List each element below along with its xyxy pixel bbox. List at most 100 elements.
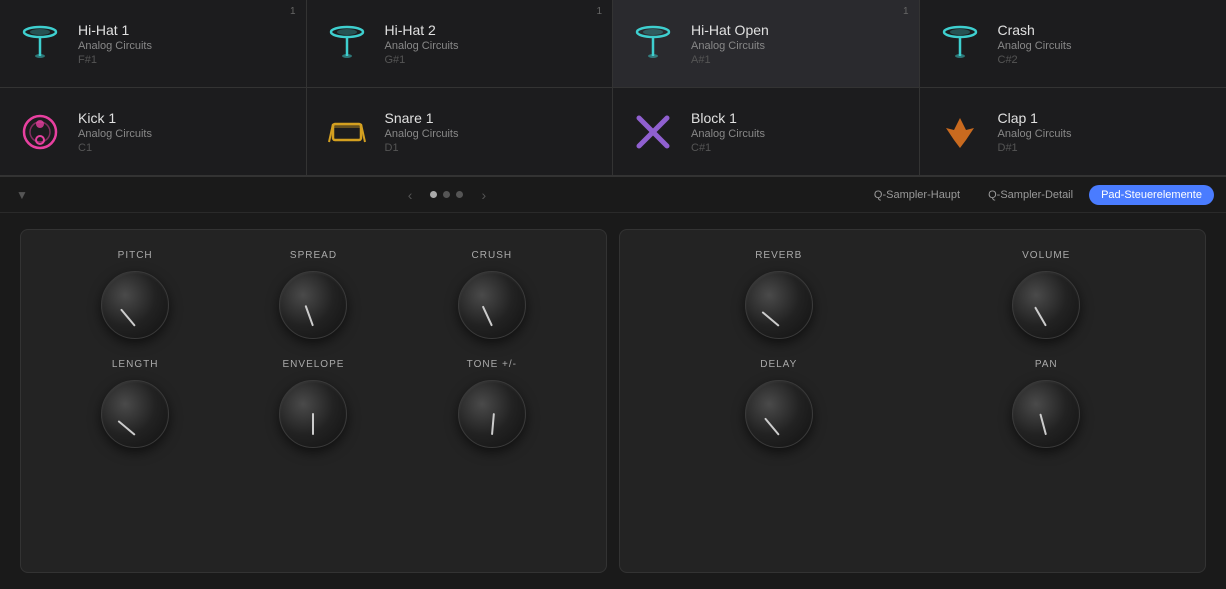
left-controls-panel: PITCH SPREAD CRUSH LENGTH ENVELOPE TONE … — [20, 229, 607, 573]
pad-cell-hihat2[interactable]: Hi-Hat 2 Analog Circuits G#1 1 — [307, 0, 614, 88]
knob-container-pan: PAN — [1006, 359, 1086, 448]
pad-name-clap1: Clap 1 — [998, 110, 1072, 126]
crash-icon — [936, 20, 984, 68]
pad-info-block1: Block 1 Analog Circuits C#1 — [691, 110, 765, 154]
knob-pitch[interactable] — [101, 271, 169, 339]
knob-crush[interactable] — [458, 271, 526, 339]
knob-label-length: LENGTH — [112, 359, 159, 370]
pad-badge-hihatopen: 1 — [903, 6, 909, 17]
pad-note-block1: C#1 — [691, 142, 765, 154]
knob-container-tone: TONE +/- — [452, 359, 532, 448]
nav-next-button[interactable]: › — [475, 185, 492, 205]
nav-bar: ▼ ‹ › Q-Sampler-HauptQ-Sampler-DetailPad… — [0, 177, 1226, 213]
nav-tabs: Q-Sampler-HauptQ-Sampler-DetailPad-Steue… — [862, 185, 1214, 205]
pad-info-crash: Crash Analog Circuits C#2 — [998, 22, 1072, 66]
knob-container-volume: VOLUME — [1006, 250, 1086, 339]
knob-delay[interactable] — [745, 380, 813, 448]
knob-container-spread: SPREAD — [273, 250, 353, 339]
pad-note-clap1: D#1 — [998, 142, 1072, 154]
right-controls-panel: REVERB VOLUME DELAY PAN — [619, 229, 1206, 573]
block-icon — [629, 108, 677, 156]
pad-info-kick1: Kick 1 Analog Circuits C1 — [78, 110, 152, 154]
pad-note-hihat2: G#1 — [385, 54, 459, 66]
right-knobs-row1: REVERB VOLUME — [650, 250, 1175, 339]
pad-info-hihat1: Hi-Hat 1 Analog Circuits F#1 — [78, 22, 152, 66]
pad-cell-snare1[interactable]: Snare 1 Analog Circuits D1 — [307, 88, 614, 176]
nav-tab-haupt[interactable]: Q-Sampler-Haupt — [862, 185, 972, 205]
knob-spread[interactable] — [279, 271, 347, 339]
left-knobs-row1: PITCH SPREAD CRUSH — [51, 250, 576, 339]
knob-label-volume: VOLUME — [1022, 250, 1070, 261]
knob-label-tone: TONE +/- — [467, 359, 517, 370]
knob-container-reverb: REVERB — [739, 250, 819, 339]
knob-container-crush: CRUSH — [452, 250, 532, 339]
knob-pan[interactable] — [1012, 380, 1080, 448]
knob-label-pan: PAN — [1035, 359, 1058, 370]
pad-name-kick1: Kick 1 — [78, 110, 152, 126]
knob-label-delay: DELAY — [760, 359, 797, 370]
nav-tab-detail[interactable]: Q-Sampler-Detail — [976, 185, 1085, 205]
pad-info-hihat2: Hi-Hat 2 Analog Circuits G#1 — [385, 22, 459, 66]
hihat-icon — [323, 20, 371, 68]
collapse-arrow[interactable]: ▼ — [12, 185, 32, 205]
pad-name-hihat1: Hi-Hat 1 — [78, 22, 152, 38]
pad-preset-block1: Analog Circuits — [691, 128, 765, 140]
pad-cell-kick1[interactable]: Kick 1 Analog Circuits C1 — [0, 88, 307, 176]
pad-info-clap1: Clap 1 Analog Circuits D#1 — [998, 110, 1072, 154]
pad-cell-block1[interactable]: Block 1 Analog Circuits C#1 — [613, 88, 920, 176]
knob-label-reverb: REVERB — [755, 250, 802, 261]
pad-cell-crash[interactable]: Crash Analog Circuits C#2 — [920, 0, 1226, 88]
right-knobs-row2: DELAY PAN — [650, 359, 1175, 448]
nav-dot-2[interactable] — [443, 191, 450, 198]
nav-prev-button[interactable]: ‹ — [402, 185, 419, 205]
knob-reverb[interactable] — [745, 271, 813, 339]
pad-preset-clap1: Analog Circuits — [998, 128, 1072, 140]
pad-cell-hihatopen[interactable]: Hi-Hat Open Analog Circuits A#1 1 — [613, 0, 920, 88]
clap-icon — [936, 108, 984, 156]
knob-label-pitch: PITCH — [118, 250, 153, 261]
snare-icon — [323, 108, 371, 156]
pad-info-snare1: Snare 1 Analog Circuits D1 — [385, 110, 459, 154]
knob-container-length: LENGTH — [95, 359, 175, 448]
knob-tone[interactable] — [458, 380, 526, 448]
pad-preset-snare1: Analog Circuits — [385, 128, 459, 140]
nav-dot-3[interactable] — [456, 191, 463, 198]
pad-badge-hihat2: 1 — [596, 6, 602, 17]
pad-preset-hihat1: Analog Circuits — [78, 40, 152, 52]
pad-note-crash: C#2 — [998, 54, 1072, 66]
pad-note-kick1: C1 — [78, 142, 152, 154]
left-knobs-row2: LENGTH ENVELOPE TONE +/- — [51, 359, 576, 448]
pad-name-hihat2: Hi-Hat 2 — [385, 22, 459, 38]
knob-length[interactable] — [101, 380, 169, 448]
nav-dot-1[interactable] — [430, 191, 437, 198]
pad-badge-hihat1: 1 — [290, 6, 296, 17]
pad-name-snare1: Snare 1 — [385, 110, 459, 126]
controls-area: PITCH SPREAD CRUSH LENGTH ENVELOPE TONE … — [0, 213, 1226, 589]
pad-name-crash: Crash — [998, 22, 1072, 38]
knob-container-envelope: ENVELOPE — [273, 359, 353, 448]
pad-name-hihatopen: Hi-Hat Open — [691, 22, 769, 38]
pad-preset-hihat2: Analog Circuits — [385, 40, 459, 52]
pad-cell-clap1[interactable]: Clap 1 Analog Circuits D#1 — [920, 88, 1226, 176]
knob-label-spread: SPREAD — [290, 250, 337, 261]
pad-preset-crash: Analog Circuits — [998, 40, 1072, 52]
pad-preset-hihatopen: Analog Circuits — [691, 40, 769, 52]
knob-container-pitch: PITCH — [95, 250, 175, 339]
pad-note-snare1: D1 — [385, 142, 459, 154]
pad-grid: Hi-Hat 1 Analog Circuits F#1 1 Hi-Hat 2 … — [0, 0, 1226, 177]
pad-preset-kick1: Analog Circuits — [78, 128, 152, 140]
hihat-icon — [629, 20, 677, 68]
pad-cell-hihat1[interactable]: Hi-Hat 1 Analog Circuits F#1 1 — [0, 0, 307, 88]
pad-note-hihatopen: A#1 — [691, 54, 769, 66]
kick-icon — [16, 108, 64, 156]
knob-envelope[interactable] — [279, 380, 347, 448]
nav-dots — [430, 191, 463, 198]
pad-info-hihatopen: Hi-Hat Open Analog Circuits A#1 — [691, 22, 769, 66]
hihat-icon — [16, 20, 64, 68]
nav-tab-pad[interactable]: Pad-Steuerelemente — [1089, 185, 1214, 205]
knob-label-envelope: ENVELOPE — [283, 359, 345, 370]
knob-label-crush: CRUSH — [472, 250, 513, 261]
pad-note-hihat1: F#1 — [78, 54, 152, 66]
knob-volume[interactable] — [1012, 271, 1080, 339]
knob-container-delay: DELAY — [739, 359, 819, 448]
